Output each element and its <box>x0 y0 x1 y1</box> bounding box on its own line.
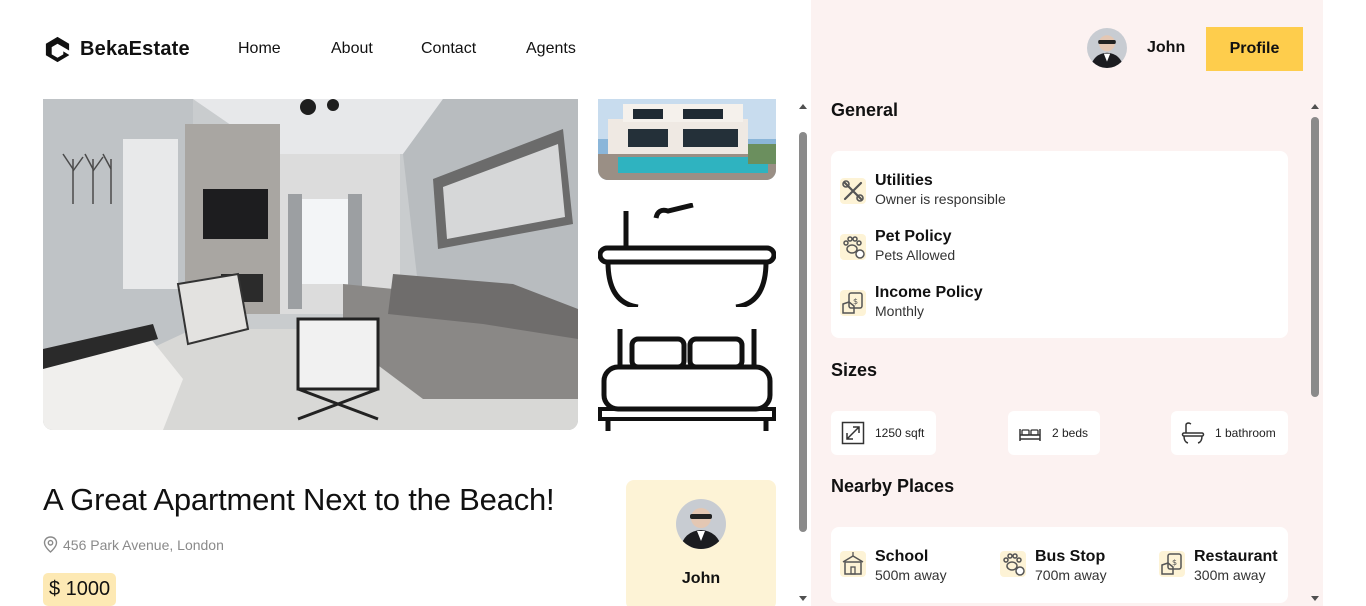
main-nav: Home About Contact Agents <box>238 40 586 58</box>
policy-label: Income Policy <box>875 284 983 301</box>
nearby-distance: 300m away <box>1194 567 1266 583</box>
nearby-section-title: Nearby Places <box>831 476 955 496</box>
svg-text:$: $ <box>853 297 858 306</box>
size-chip-area: 1250 sqft <box>831 411 936 455</box>
scroll-down-arrow-icon[interactable] <box>799 596 807 601</box>
listing-title: A Great Apartment Next to the Beach! <box>43 482 555 517</box>
brand-name: BekaEstate <box>80 38 190 60</box>
nearby-label: Bus Stop <box>1035 548 1106 565</box>
panel-scrollbar[interactable] <box>1308 99 1322 606</box>
size-chip-beds: 2 beds <box>1008 411 1100 455</box>
scroll-up-arrow-icon[interactable] <box>799 104 807 109</box>
nav-contact[interactable]: Contact <box>421 40 526 58</box>
policy-item-utilities: Utilities Owner is responsible <box>840 171 1006 208</box>
brand-logo[interactable]: BekaEstate <box>43 35 190 64</box>
bathtub-icon <box>1181 422 1205 444</box>
size-chip-bathrooms: 1 bathroom <box>1171 411 1288 455</box>
bedroom-thumbnail[interactable] <box>598 327 776 431</box>
panel-scrollbar-thumb[interactable] <box>1311 117 1319 397</box>
user-name: John <box>1147 39 1186 56</box>
details-panel: John Profile General Utilities Owner is … <box>811 0 1323 606</box>
living-room-image <box>43 99 578 430</box>
policy-value: Owner is responsible <box>875 191 1006 207</box>
paw-icon <box>840 234 866 260</box>
content-scrollbar-thumb[interactable] <box>799 132 807 532</box>
nearby-item-bus-stop: Bus Stop 700m away <box>1000 547 1107 584</box>
nearby-item-school: School 500m away <box>840 547 947 584</box>
nav-about[interactable]: About <box>331 40 421 58</box>
nav-agents[interactable]: Agents <box>526 40 586 58</box>
nearby-label: School <box>875 548 929 565</box>
policy-item-income: $ Income Policy Monthly <box>840 283 983 320</box>
agent-card[interactable]: John <box>626 480 776 606</box>
paw-icon <box>1000 551 1026 577</box>
bed-illustration <box>598 329 776 431</box>
size-label: 1 bathroom <box>1215 426 1276 440</box>
policy-label: Pet Policy <box>875 228 952 245</box>
nearby-card: School 500m away Bus Stop 700m away $ Re… <box>831 527 1288 603</box>
logo-icon <box>45 36 70 63</box>
house-thumbnail[interactable] <box>598 99 776 180</box>
policy-value: Monthly <box>875 303 925 319</box>
money-icon: $ <box>1159 551 1185 577</box>
avatar-image <box>676 499 726 549</box>
agent-avatar <box>676 499 726 549</box>
user-avatar <box>1087 28 1127 68</box>
agent-name: John <box>681 570 721 587</box>
tools-icon <box>840 178 866 204</box>
scroll-up-arrow-icon[interactable] <box>1311 104 1319 109</box>
profile-button[interactable]: Profile <box>1206 27 1303 71</box>
money-icon: $ <box>840 290 866 316</box>
size-label: 2 beds <box>1052 426 1089 440</box>
top-header: BekaEstate Home About Contact Agents <box>0 0 811 99</box>
size-label: 1250 sqft <box>875 426 925 440</box>
house-image <box>598 99 776 180</box>
bathroom-thumbnail[interactable] <box>597 202 777 310</box>
nearby-label: Restaurant <box>1194 548 1278 565</box>
school-icon <box>840 551 866 577</box>
svg-text:$: $ <box>1172 558 1177 567</box>
listing-content: A Great Apartment Next to the Beach! 456… <box>0 99 796 606</box>
content-scrollbar[interactable] <box>796 99 810 606</box>
bed-icon <box>1019 429 1041 441</box>
nav-home[interactable]: Home <box>238 40 331 58</box>
general-section-title: General <box>831 100 899 120</box>
policy-value: Pets Allowed <box>875 247 956 263</box>
address-text: 456 Park Avenue, London <box>63 536 224 553</box>
location-pin-icon <box>43 536 58 553</box>
policy-item-pets: Pet Policy Pets Allowed <box>840 227 955 264</box>
nearby-item-restaurant: $ Restaurant 300m away <box>1159 547 1278 584</box>
policies-card: Utilities Owner is responsible Pet Polic… <box>831 151 1288 338</box>
living-room-photo[interactable] <box>43 99 578 430</box>
expand-icon <box>841 421 865 445</box>
price-badge: $ 1000 <box>43 573 117 606</box>
scroll-down-arrow-icon[interactable] <box>1311 596 1319 601</box>
avatar-image <box>1087 28 1127 68</box>
nearby-distance: 500m away <box>875 567 947 583</box>
bathtub-illustration <box>597 202 777 310</box>
listing-address: 456 Park Avenue, London <box>43 536 224 553</box>
policy-label: Utilities <box>875 172 933 189</box>
sizes-section-title: Sizes <box>831 360 878 380</box>
user-menu[interactable]: John <box>1087 28 1207 68</box>
nearby-distance: 700m away <box>1035 567 1107 583</box>
